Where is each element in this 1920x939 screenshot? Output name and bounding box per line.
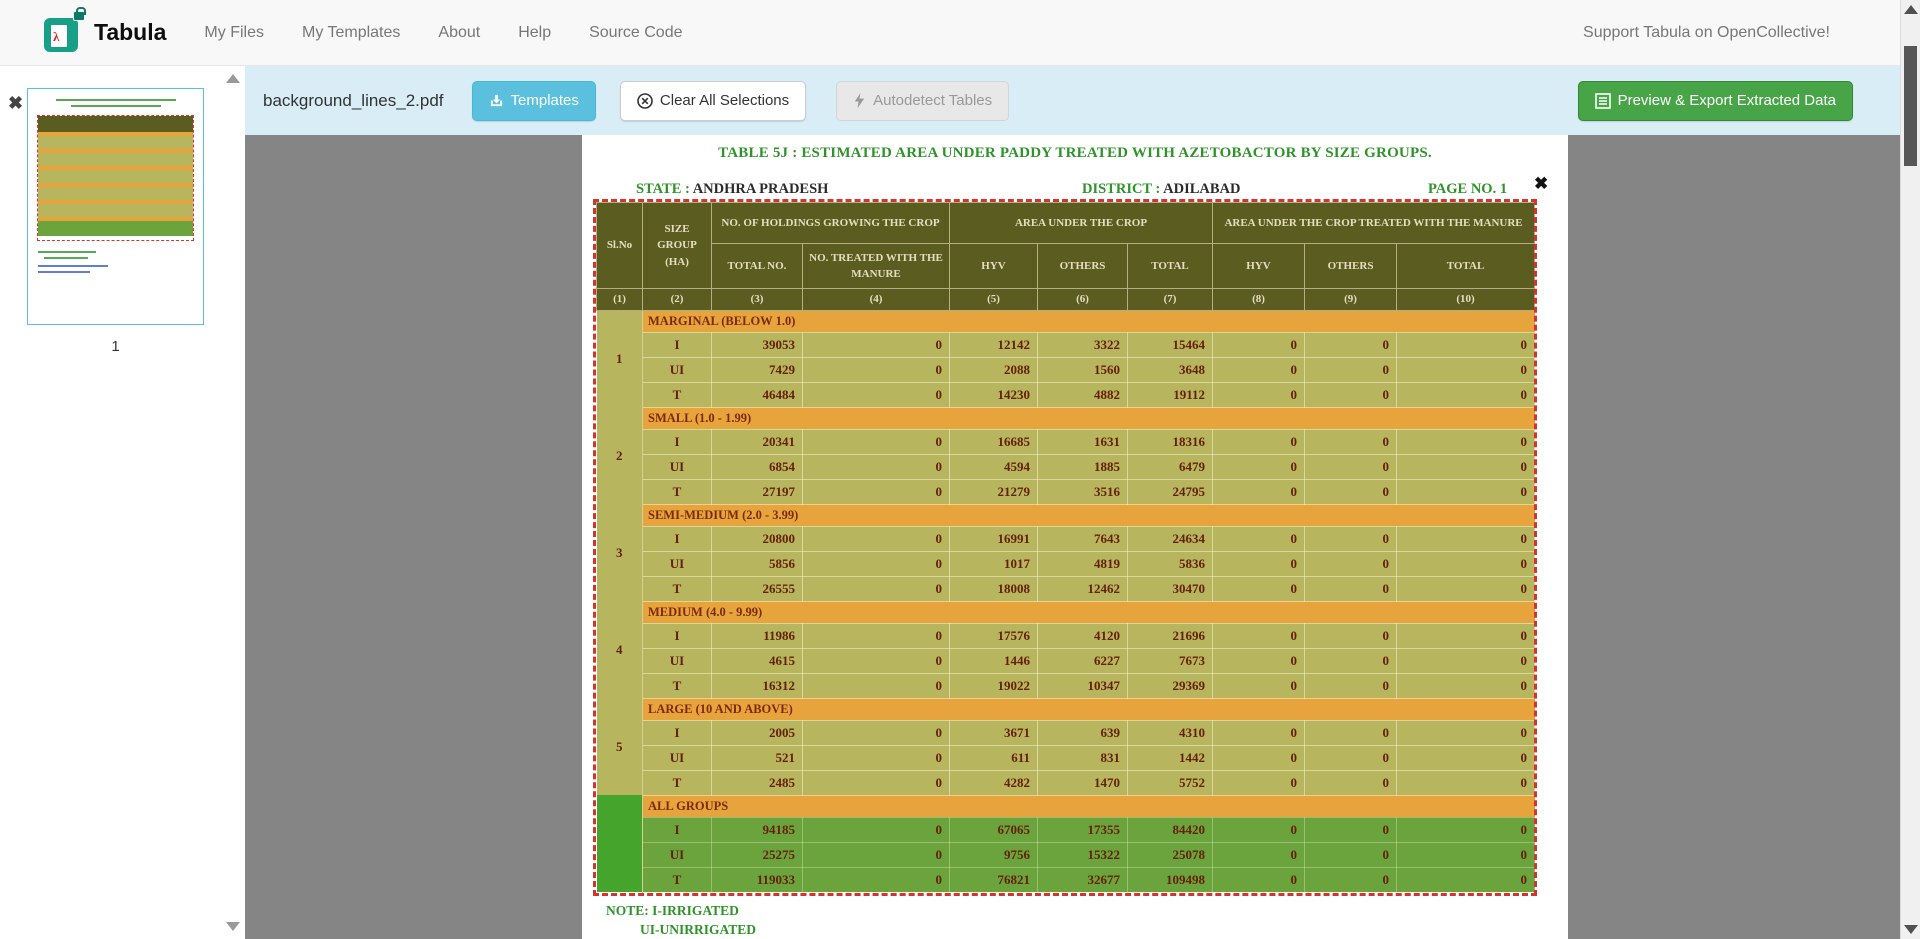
scrollbar-thumb[interactable]	[1904, 46, 1917, 166]
autodetect-tables-button[interactable]: Autodetect Tables	[836, 81, 1009, 121]
thumbnail-mini-table	[37, 115, 194, 241]
nav-my-templates[interactable]: My Templates	[302, 24, 400, 42]
page-number-label: 1	[27, 338, 204, 355]
pdf-table-title: TABLE 5J : ESTIMATED AREA UNDER PADDY TR…	[582, 145, 1568, 162]
clear-all-selections-button[interactable]: Clear All Selections	[620, 81, 806, 121]
templates-button[interactable]: Templates	[472, 81, 596, 121]
nav-links: My Files My Templates About Help Source …	[204, 24, 682, 42]
pdf-note-line1: NOTE: I-IRRIGATED	[606, 903, 739, 919]
selection-close-icon[interactable]: ✖	[1534, 175, 1548, 192]
scroll-down-icon[interactable]	[1904, 925, 1918, 934]
sidebar-scroll-down-icon[interactable]	[226, 922, 240, 931]
window-scrollbar[interactable]	[1900, 0, 1920, 939]
pdf-state-line: STATE : ANDHRA PRADESH	[636, 181, 828, 198]
pdf-viewer: TABLE 5J : ESTIMATED AREA UNDER PADDY TR…	[245, 135, 1900, 939]
brand-title[interactable]: Tabula	[94, 19, 166, 46]
nav-about[interactable]: About	[438, 24, 480, 42]
tabula-logo-icon: λ	[44, 14, 82, 52]
selection-box[interactable]	[593, 199, 1537, 896]
toolbar: background_lines_2.pdf Templates Clear A…	[245, 66, 1900, 135]
table-list-icon	[1595, 93, 1611, 109]
nav-help[interactable]: Help	[518, 24, 551, 42]
preview-export-button[interactable]: Preview & Export Extracted Data	[1578, 81, 1853, 121]
open-filename: background_lines_2.pdf	[263, 91, 444, 111]
nav-my-files[interactable]: My Files	[204, 24, 264, 42]
support-link[interactable]: Support Tabula on OpenCollective!	[1583, 24, 1830, 42]
sidebar-scroll-up-icon[interactable]	[226, 74, 240, 83]
nav-source-code[interactable]: Source Code	[589, 24, 682, 42]
pdf-page[interactable]: TABLE 5J : ESTIMATED AREA UNDER PADDY TR…	[582, 135, 1568, 939]
pdf-page-no: PAGE NO. 1	[1428, 181, 1507, 198]
lightning-icon	[853, 93, 866, 108]
circle-x-icon	[637, 93, 653, 109]
sidebar-thumbnails: ✖ 1	[0, 66, 245, 939]
page-thumbnail[interactable]	[27, 88, 204, 325]
navbar: λ Tabula My Files My Templates About Hel…	[0, 0, 1900, 66]
template-save-icon	[489, 93, 504, 108]
scroll-up-icon[interactable]	[1904, 5, 1918, 14]
pdf-district-line: DISTRICT : ADILABAD	[1082, 181, 1240, 198]
remove-file-icon[interactable]: ✖	[8, 94, 23, 112]
pdf-note-line2: UI-UNIRRIGATED	[640, 922, 756, 938]
